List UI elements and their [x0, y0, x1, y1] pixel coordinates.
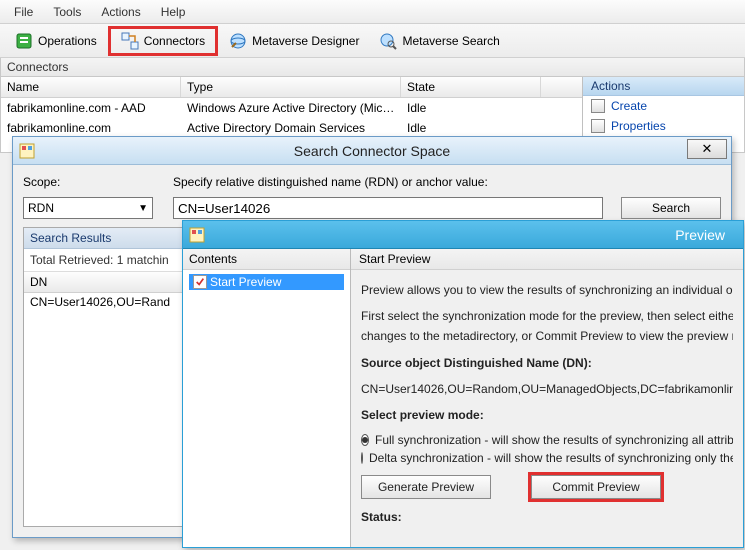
- status-label: Status:: [361, 509, 733, 525]
- contents-header: Contents: [183, 249, 350, 270]
- scs-instruction: Specify relative distinguished name (RDN…: [173, 175, 488, 189]
- menu-actions[interactable]: Actions: [91, 2, 150, 22]
- operations-icon: [15, 32, 33, 50]
- scope-dropdown[interactable]: RDN ▼: [23, 197, 153, 219]
- commit-preview-button[interactable]: Commit Preview: [531, 475, 661, 499]
- checkbox-icon: [193, 275, 207, 289]
- close-icon: ✕: [702, 141, 713, 157]
- toolbar-connectors-label: Connectors: [144, 34, 205, 48]
- rdn-input[interactable]: [173, 197, 603, 219]
- action-properties[interactable]: Properties: [583, 116, 744, 136]
- dn-value: CN=User14026,OU=Random,OU=ManagedObjects…: [361, 381, 733, 397]
- col-header-name[interactable]: Name: [1, 77, 181, 97]
- menu-tools[interactable]: Tools: [43, 2, 91, 22]
- search-results-panel: Search Results Total Retrieved: 1 matchi…: [23, 227, 188, 527]
- col-header-state[interactable]: State: [401, 77, 541, 97]
- preview-right-pane: Start Preview Preview allows you to view…: [351, 249, 743, 547]
- result-row[interactable]: CN=User14026,OU=Rand: [24, 293, 187, 311]
- radio-delta-label: Delta synchronization - will show the re…: [369, 451, 733, 465]
- cell-type: Active Directory Domain Services: [181, 120, 401, 136]
- menu-file[interactable]: File: [4, 2, 43, 22]
- metaverse-designer-icon: [229, 32, 247, 50]
- action-properties-label: Properties: [611, 119, 666, 133]
- col-header-type[interactable]: Type: [181, 77, 401, 97]
- radio-full-label: Full synchronization - will show the res…: [375, 433, 733, 447]
- start-preview-header: Start Preview: [351, 249, 743, 270]
- tree-item-label: Start Preview: [210, 275, 281, 289]
- toolbar-metaverse-designer[interactable]: Metaverse Designer: [220, 28, 368, 54]
- preview-tree-pane: Contents Start Preview: [183, 249, 351, 547]
- preview-intro: Preview allows you to view the results o…: [361, 282, 733, 298]
- connectors-icon: [121, 32, 139, 50]
- connectors-pane-label: Connectors: [0, 58, 745, 77]
- scope-value: RDN: [28, 201, 54, 215]
- mode-label: Select preview mode:: [361, 407, 733, 423]
- table-row[interactable]: fabrikamonline.com - AAD Windows Azure A…: [1, 98, 582, 118]
- toolbar-operations[interactable]: Operations: [6, 28, 106, 54]
- preview-intro2: First select the synchronization mode fo…: [361, 308, 733, 324]
- connectors-table-header: Name Type State: [1, 77, 582, 98]
- toolbar-metaverse-designer-label: Metaverse Designer: [252, 34, 359, 48]
- window-icon: [189, 227, 205, 243]
- search-button[interactable]: Search: [621, 197, 721, 219]
- toolbar-operations-label: Operations: [38, 34, 97, 48]
- dn-column-header[interactable]: DN: [24, 272, 187, 293]
- cell-type: Windows Azure Active Directory (Micr...: [181, 100, 401, 116]
- scope-label: Scope:: [23, 175, 173, 189]
- dn-label: Source object Distinguished Name (DN):: [361, 355, 733, 371]
- cell-state: Idle: [401, 120, 541, 136]
- radio-icon: [361, 434, 369, 446]
- metaverse-search-icon: [379, 32, 397, 50]
- radio-delta-sync[interactable]: Delta synchronization - will show the re…: [361, 451, 733, 465]
- action-create-label: Create: [611, 99, 647, 113]
- cell-name: fabrikamonline.com: [1, 120, 181, 136]
- total-retrieved-label: Total Retrieved: 1 matchin: [24, 249, 187, 272]
- generate-preview-button[interactable]: Generate Preview: [361, 475, 491, 499]
- preview-titlebar[interactable]: Preview: [183, 221, 743, 249]
- toolbar-metaverse-search-label: Metaverse Search: [402, 34, 499, 48]
- scs-close-button[interactable]: ✕: [687, 139, 727, 159]
- menu-bar: File Tools Actions Help: [0, 0, 745, 24]
- search-results-header: Search Results: [24, 228, 187, 249]
- action-create[interactable]: Create: [583, 96, 744, 116]
- chevron-down-icon: ▼: [138, 203, 148, 214]
- radio-icon: [361, 452, 363, 464]
- radio-full-sync[interactable]: Full synchronization - will show the res…: [361, 433, 733, 447]
- menu-help[interactable]: Help: [151, 2, 196, 22]
- properties-icon: [591, 119, 605, 133]
- toolbar-connectors[interactable]: Connectors: [108, 26, 218, 56]
- table-row[interactable]: fabrikamonline.com Active Directory Doma…: [1, 118, 582, 138]
- preview-title: Preview: [675, 227, 725, 243]
- preview-window: Preview Contents Start Preview Start Pre…: [182, 220, 744, 548]
- actions-header: Actions: [583, 77, 744, 96]
- toolbar-metaverse-search[interactable]: Metaverse Search: [370, 28, 508, 54]
- toolbar: Operations Connectors Metaverse Designer…: [0, 24, 745, 58]
- scs-title: Search Connector Space: [294, 143, 450, 159]
- cell-name: fabrikamonline.com - AAD: [1, 100, 181, 116]
- window-icon: [19, 143, 35, 159]
- create-icon: [591, 99, 605, 113]
- scs-titlebar[interactable]: Search Connector Space ✕: [13, 137, 731, 165]
- cell-state: Idle: [401, 100, 541, 116]
- preview-intro3: changes to the metadirectory, or Commit …: [361, 328, 733, 344]
- tree-item-start-preview[interactable]: Start Preview: [189, 274, 344, 290]
